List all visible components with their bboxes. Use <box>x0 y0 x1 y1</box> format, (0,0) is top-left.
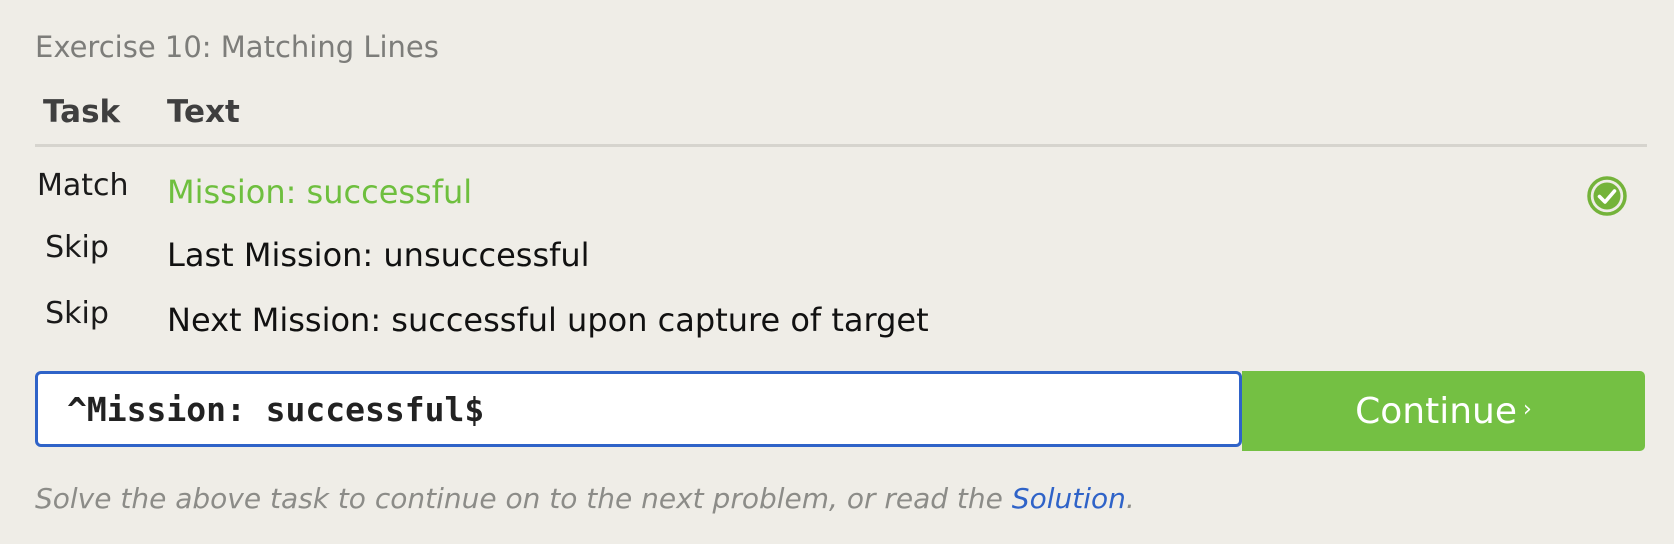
task-label: Skip <box>45 296 109 331</box>
exercise-title: Exercise 10: Matching Lines <box>35 30 439 64</box>
answer-form: Continue› <box>35 371 1645 453</box>
footer-text: Solve the above task to continue on to t… <box>35 482 1012 515</box>
check-circle-icon <box>1586 175 1628 217</box>
table-row: Skip Next Mission: successful upon captu… <box>35 292 1647 352</box>
table-row: Match Mission: successful <box>35 163 1647 223</box>
exercise-panel: Exercise 10: Matching Lines Task Text Ma… <box>35 0 1647 544</box>
regex-input[interactable] <box>35 371 1242 447</box>
test-string: Next Mission: successful upon capture of… <box>167 301 929 339</box>
solution-link[interactable]: Solution <box>1012 482 1126 515</box>
footer-period: . <box>1125 482 1135 515</box>
test-string: Last Mission: unsuccessful <box>167 236 590 274</box>
footer-hint: Solve the above task to continue on to t… <box>35 482 1135 515</box>
column-header-text: Text <box>167 94 240 130</box>
table-header: Task Text <box>35 94 1647 147</box>
task-label: Skip <box>45 230 109 265</box>
continue-label: Continue <box>1355 391 1518 432</box>
column-header-task: Task <box>43 94 121 130</box>
table-row: Skip Last Mission: unsuccessful <box>35 228 1647 288</box>
chevron-right-icon: › <box>1523 397 1532 422</box>
continue-button[interactable]: Continue › <box>1242 371 1645 451</box>
task-label: Match <box>37 168 129 203</box>
test-string: Mission: successful <box>167 173 473 211</box>
